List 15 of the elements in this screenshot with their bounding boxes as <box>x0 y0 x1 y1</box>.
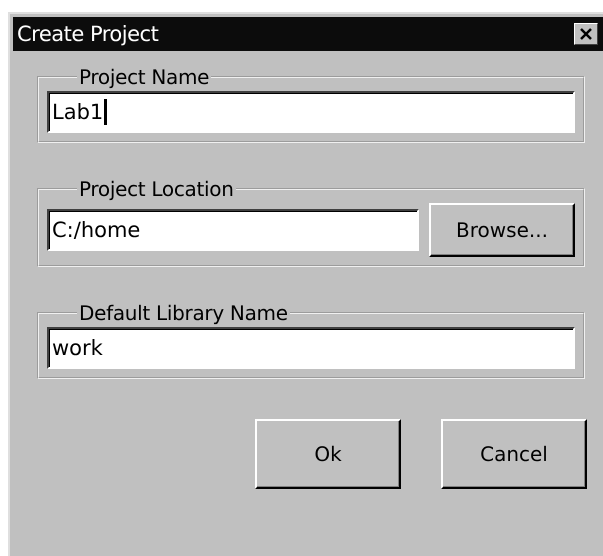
ok-button[interactable]: Ok <box>255 419 401 489</box>
input-field[interactable]: work <box>47 327 575 369</box>
close-icon <box>579 28 593 40</box>
input-field[interactable]: C:/home <box>47 209 419 251</box>
cancel-button[interactable]: Cancel <box>441 419 587 489</box>
close-button[interactable] <box>574 23 598 45</box>
group-label: Project Location <box>78 177 235 201</box>
input-field[interactable]: Lab1 <box>47 91 575 133</box>
field-value: C:/home <box>52 218 140 242</box>
field-value: work <box>52 336 103 360</box>
group-label: Default Library Name <box>78 301 289 325</box>
field-value: Lab1 <box>52 100 104 124</box>
window-title: Create Project <box>17 22 158 46</box>
browse-button[interactable]: Browse... <box>429 203 575 257</box>
group-label: Project Name <box>78 65 210 89</box>
